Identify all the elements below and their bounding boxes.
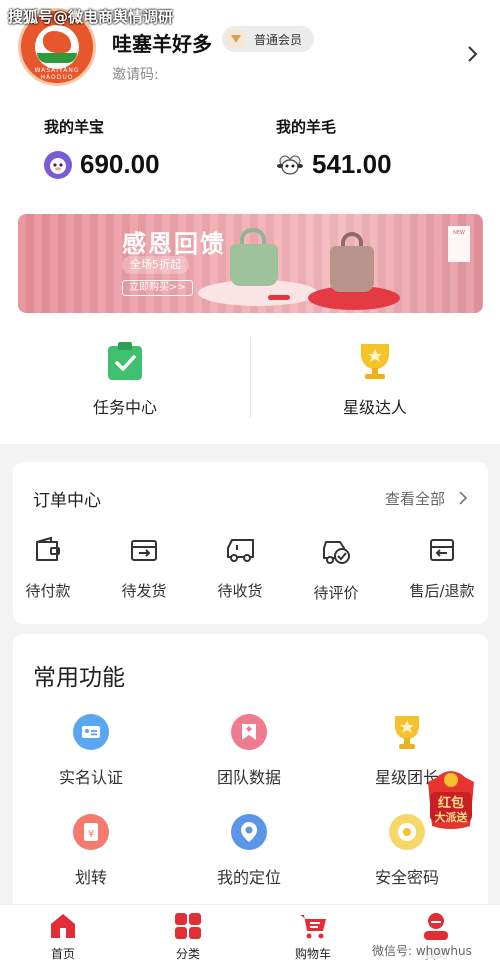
account-sheep-treasure[interactable]: 我的羊宝 690.00	[44, 116, 160, 180]
order-label: 待发货	[121, 582, 167, 600]
user-name: 哇塞羊好多	[112, 32, 212, 56]
cart-icon	[300, 915, 326, 939]
banner-title: 感恩回馈	[122, 230, 226, 258]
truck-icon	[227, 539, 254, 562]
green-bag-icon	[230, 244, 278, 286]
trophy-icon	[361, 344, 389, 379]
tab-category[interactable]: 分类	[138, 911, 238, 962]
tab-home[interactable]: 首页	[13, 911, 113, 962]
order-pending-shipment[interactable]: 待发货	[104, 536, 184, 601]
function-label: 我的定位	[216, 868, 281, 887]
invite-code: 邀请码:	[112, 67, 159, 83]
tab-cart[interactable]: 购物车	[263, 911, 363, 962]
star-expert-button[interactable]: 星级达人	[250, 340, 500, 418]
function-label: 安全密码	[374, 868, 439, 887]
account-value: 690.00	[80, 149, 160, 179]
red-packet-floating-button[interactable]: 红包 大派送	[424, 762, 478, 830]
sheep-coin-icon	[44, 150, 72, 179]
account-wool[interactable]: 我的羊毛 541.00	[276, 116, 392, 180]
order-pending-payment[interactable]: 待付款	[8, 536, 88, 601]
trophy-icon	[389, 714, 425, 750]
tab-label: 首页	[50, 947, 75, 961]
member-level: 普通会员	[254, 32, 303, 47]
refund-icon	[430, 539, 454, 561]
review-icon	[323, 541, 350, 564]
quick-link-label: 任务中心	[92, 398, 157, 417]
bottom-tab-bar: 首页 分类 购物车 我的	[0, 904, 500, 972]
member-badge[interactable]: 普通会员	[222, 26, 315, 52]
field-logo-icon	[37, 53, 77, 63]
task-clipboard-icon	[108, 342, 142, 380]
account-label: 我的羊宝	[44, 118, 105, 136]
watermark: 微信号: whowhus	[370, 942, 474, 959]
team-data-icon	[231, 714, 267, 750]
order-pending-review[interactable]: 待评价	[296, 536, 376, 603]
common-functions-card: 常用功能 实名认证 团队数据 星级团长 ¥ 划转 我的定位 安全密码	[13, 634, 488, 924]
banner-tag: NEW	[448, 226, 470, 262]
wallet-icon	[36, 536, 60, 561]
account-label: 我的羊毛	[276, 118, 337, 136]
location-icon	[231, 814, 267, 850]
transfer-icon: ¥	[73, 814, 109, 850]
order-label: 售后/退款	[409, 582, 475, 600]
function-team-data[interactable]: 团队数据	[184, 714, 314, 788]
brown-bag-icon	[330, 246, 374, 292]
id-card-icon	[73, 714, 109, 750]
function-transfer[interactable]: ¥ 划转	[26, 814, 156, 888]
banner-buy-button[interactable]: 立即购买>>	[122, 280, 193, 296]
carousel-indicator	[268, 295, 290, 300]
logo-text: WASAIYANG HAODUO	[34, 67, 80, 81]
function-real-name-auth[interactable]: 实名认证	[26, 714, 156, 788]
user-icon	[424, 913, 448, 940]
lock-icon	[389, 814, 425, 850]
banner-subtitle: 全场5折起	[122, 256, 189, 274]
tab-label: 购物车	[294, 947, 331, 961]
function-label: 团队数据	[216, 768, 281, 787]
common-functions-title: 常用功能	[33, 665, 125, 691]
order-center-card: 订单中心 查看全部 待付款 待发货 待收货 待评价 售后/退款	[13, 462, 488, 624]
promo-banner[interactable]: 感恩回馈 全场5折起 立即购买>> NEW	[18, 214, 483, 313]
chevron-right-icon[interactable]	[462, 44, 482, 64]
order-pending-receipt[interactable]: 待收货	[200, 536, 280, 601]
tab-label: 分类	[175, 947, 200, 961]
function-my-location[interactable]: 我的定位	[184, 814, 314, 888]
order-label: 待评价	[313, 584, 359, 602]
wool-sheep-icon	[276, 150, 304, 179]
order-label: 待付款	[25, 582, 71, 600]
order-label: 待收货	[217, 582, 263, 600]
order-after-sales[interactable]: 售后/退款	[402, 536, 482, 601]
chevron-right-icon[interactable]	[457, 491, 469, 505]
box-out-icon	[131, 540, 157, 561]
watermark: 搜狐号@微电商舆情调研	[8, 8, 174, 26]
category-icon	[175, 913, 201, 939]
svg-text:¥: ¥	[88, 829, 94, 840]
view-all-link[interactable]: 查看全部	[385, 488, 445, 509]
home-icon	[51, 914, 75, 938]
order-center-title: 订单中心	[33, 491, 101, 511]
diamond-icon	[226, 29, 246, 49]
account-value: 541.00	[312, 149, 392, 179]
function-label: 划转	[74, 868, 107, 887]
function-label: 实名认证	[58, 768, 123, 787]
task-center-button[interactable]: 任务中心	[0, 340, 250, 418]
quick-link-label: 星级达人	[342, 398, 407, 417]
red-packet-text-line2: 大派送	[434, 811, 468, 824]
